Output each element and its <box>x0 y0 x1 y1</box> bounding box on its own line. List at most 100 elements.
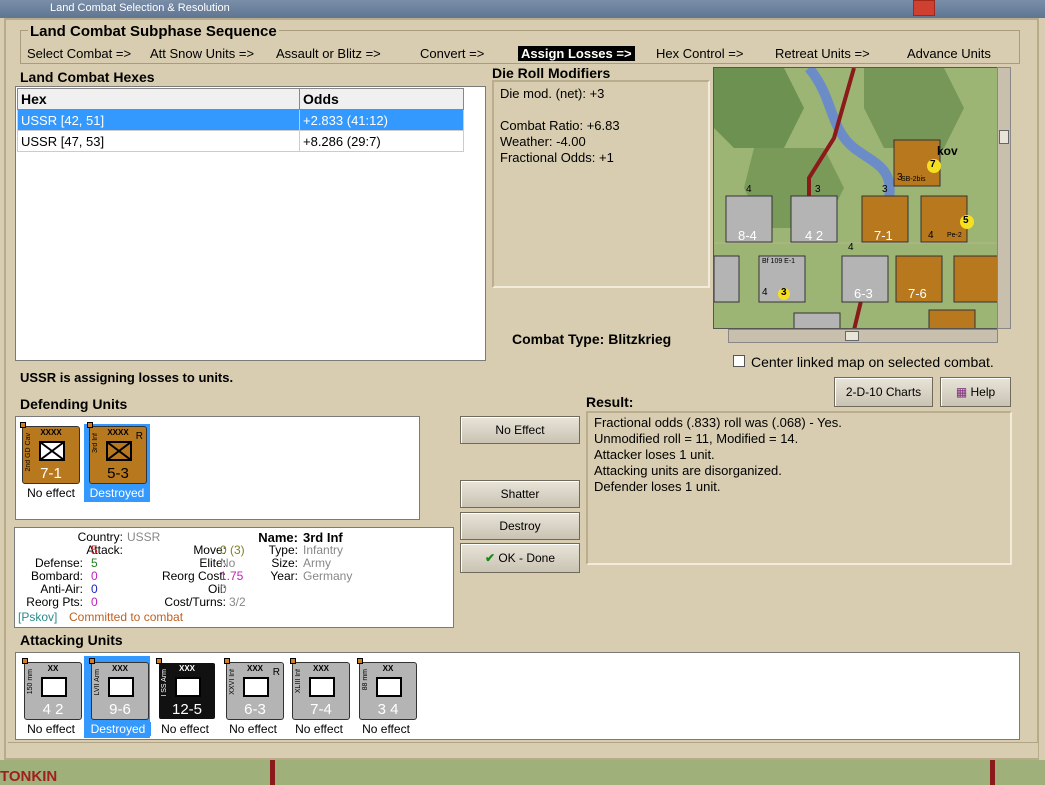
check-icon: ✔ <box>484 551 495 565</box>
map-unit-value: 3 <box>781 287 787 298</box>
ok-done-button[interactable]: ✔ OK - Done <box>460 543 580 573</box>
assigning-status: USSR is assigning losses to units. <box>20 370 234 385</box>
map-unit-value: 7 <box>930 159 936 170</box>
defending-title: Defending Units <box>20 396 128 412</box>
attacker-counter[interactable]: XXX I SS Arm 12-5 <box>156 658 216 720</box>
seq-step-advance: Advance Units <box>907 46 991 61</box>
defender-counter[interactable]: XXXX 3rd Inf R 5-3 <box>87 422 147 484</box>
hex-cell: USSR [42, 51] <box>17 109 300 131</box>
seq-step-convert: Convert => <box>420 46 485 61</box>
unit-status: No effect <box>27 486 75 500</box>
unit-status: No effect <box>229 722 277 736</box>
result-line: Attacking units are disorganized. <box>594 463 782 478</box>
attacking-title: Attacking Units <box>20 632 123 648</box>
center-map-label: Center linked map on selected combat. <box>751 354 994 370</box>
attacker-counter[interactable]: XXX XLIII Inf 7-4 <box>290 658 350 720</box>
unit-strength: 7-1 <box>40 465 62 482</box>
close-icon[interactable] <box>913 0 935 16</box>
charts-button[interactable]: 2-D-10 Charts <box>834 377 933 407</box>
scroll-thumb[interactable] <box>845 331 859 341</box>
background-map-strip: TONKIN <box>0 760 1045 785</box>
drm-combat-ratio: Combat Ratio: +6.83 <box>500 118 620 133</box>
info-costturns-label: Cost/Turns: <box>164 595 226 609</box>
unit-strength: 5-3 <box>107 465 129 482</box>
map-unit-label: 7-1 <box>874 228 893 243</box>
info-reorgpts-value: 0 <box>91 595 98 609</box>
unit-flag: R <box>272 667 280 678</box>
table-row[interactable]: USSR [47, 53] +8.286 (29:7) <box>17 130 464 152</box>
table-row[interactable]: USSR [42, 51] +2.833 (41:12) <box>17 109 464 131</box>
center-map-checkbox[interactable] <box>733 355 745 367</box>
info-year-value: Germany <box>303 569 353 583</box>
unit-type-icon <box>175 677 201 697</box>
mini-map[interactable]: kov SB-2bis 7 3 Pe-2 5 4 Bf 109 E-1 3 4 … <box>713 67 998 329</box>
map-unit-extra: 4 <box>746 184 752 195</box>
map-region-label: TONKIN <box>0 768 58 785</box>
modifiers-panel: Die mod. (net): +3 Combat Ratio: +6.83 W… <box>492 80 710 288</box>
result-line: Attacker loses 1 unit. <box>594 447 715 462</box>
map-horizontal-scrollbar[interactable] <box>728 329 998 343</box>
attacker-counter[interactable]: XXX LVII Arm 9-6 <box>89 658 149 720</box>
unit-strength: 3 4 <box>377 701 399 718</box>
unit-strength: 12-5 <box>171 701 203 718</box>
drm-net: Die mod. (net): +3 <box>500 86 605 101</box>
unit-name: 150 mm <box>27 669 34 695</box>
map-unit-label: 4 2 <box>805 228 824 243</box>
hexes-header: Hex Odds <box>17 88 464 110</box>
unit-status: Destroyed <box>85 722 151 736</box>
unit-name: 3rd Inf <box>92 433 99 453</box>
map-unit-label: SB-2bis <box>901 176 926 183</box>
help-book-icon: ▦ <box>955 385 968 399</box>
help-button[interactable]: ▦ Help <box>940 377 1011 407</box>
info-committed: Committed to combat <box>69 610 184 624</box>
attacker-counter[interactable]: XX 150 mm 4 2 <box>22 658 82 720</box>
seq-step-att-snow: Att Snow Units => <box>150 46 255 61</box>
sequence-title: Land Combat Subphase Sequence <box>28 23 279 40</box>
map-vertical-scrollbar[interactable] <box>997 67 1011 329</box>
map-unit-label: Pe-2 <box>947 232 962 239</box>
hexes-panel: Hex Odds USSR [42, 51] +2.833 (41:12) US… <box>15 86 486 361</box>
unit-info-panel: Country: USSR Attack: 5 Defense: 5 Bomba… <box>14 527 454 628</box>
shatter-button[interactable]: Shatter <box>460 480 580 508</box>
help-label: Help <box>970 385 996 399</box>
unit-flag: R <box>135 431 143 442</box>
seq-step-retreat: Retreat Units => <box>775 46 870 61</box>
result-line: Fractional odds (.833) roll was (.068) -… <box>594 415 842 430</box>
hexes-title: Land Combat Hexes <box>20 69 155 85</box>
defender-counter[interactable]: XXXX 2nd GD Cav 7-1 <box>20 422 80 484</box>
odds-cell: +8.286 (29:7) <box>299 130 464 152</box>
unit-type-icon <box>41 677 67 697</box>
unit-type-icon <box>108 677 134 697</box>
map-city-label: kov <box>937 144 958 158</box>
unit-strength: 4 2 <box>42 701 64 718</box>
window-title: Land Combat Selection & Resolution <box>50 2 230 14</box>
info-location: [Pskov] <box>18 610 58 624</box>
map-unit-label: 8-4 <box>738 228 757 243</box>
result-line: Defender loses 1 unit. <box>594 479 721 494</box>
destroy-button[interactable]: Destroy <box>460 512 580 540</box>
map-unit-label: 6-3 <box>854 286 873 301</box>
unit-name: XXVI Inf <box>229 669 236 695</box>
modifiers-title: Die Roll Modifiers <box>492 65 611 81</box>
map-unit-extra: 4 <box>848 242 854 253</box>
attacker-counter[interactable]: XXX XXVI Inf R 6-3 <box>224 658 284 720</box>
attacker-counter[interactable]: XX 88 mm 3 4 <box>357 658 417 720</box>
unit-status: Destroyed <box>84 486 150 500</box>
border-line <box>990 760 995 785</box>
seq-step-assign-losses: Assign Losses => <box>518 46 635 61</box>
unit-strength: 9-6 <box>109 701 131 718</box>
result-panel: Fractional odds (.833) roll was (.068) -… <box>586 411 1012 565</box>
no-effect-button[interactable]: No Effect <box>460 416 580 444</box>
map-unit-value: 5 <box>963 215 969 226</box>
col-odds[interactable]: Odds <box>299 88 464 110</box>
info-country-value: USSR <box>127 530 161 544</box>
scroll-thumb[interactable] <box>999 130 1009 144</box>
info-reorgpts-label: Reorg Pts: <box>26 595 83 609</box>
map-unit-extra: 3 <box>897 172 903 183</box>
ok-label: OK - Done <box>498 551 556 565</box>
unit-name: XLIII Inf <box>295 669 302 694</box>
col-hex[interactable]: Hex <box>17 88 300 110</box>
combat-type-value: Blitzkrieg <box>608 331 672 347</box>
seq-step-hex-control: Hex Control => <box>656 46 744 61</box>
unit-status: No effect <box>362 722 410 736</box>
